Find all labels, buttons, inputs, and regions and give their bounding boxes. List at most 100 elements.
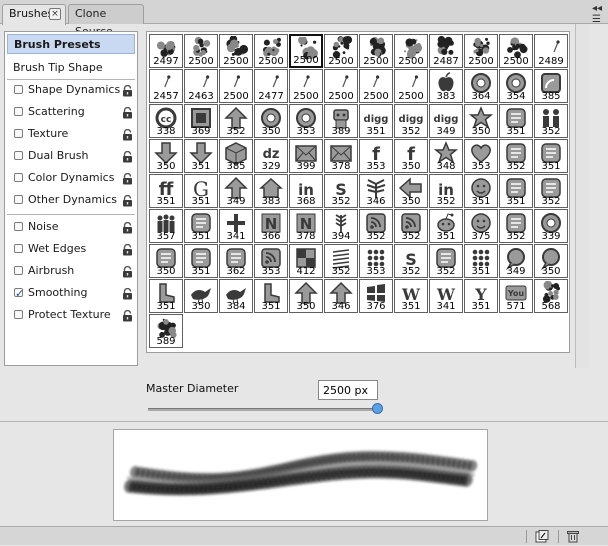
brush-preset-tile[interactable]: N 378 — [289, 209, 323, 243]
brush-preset-tile[interactable]: 2500 — [254, 34, 288, 68]
option-dual-brush[interactable]: Dual Brush — [7, 146, 135, 166]
brush-preset-tile[interactable]: 351 — [464, 244, 498, 278]
brush-preset-tile[interactable]: 389 — [324, 104, 358, 138]
brush-preset-tile[interactable]: 589 — [149, 314, 183, 348]
brush-preset-tile[interactable]: 369 — [184, 104, 218, 138]
brush-preset-tile[interactable]: 351 — [464, 174, 498, 208]
brush-preset-tile[interactable]: digg 349 — [429, 104, 463, 138]
other-dynamics-checkbox[interactable] — [14, 195, 23, 204]
brush-preset-tile[interactable]: 2500 — [394, 34, 428, 68]
brush-preset-tile[interactable]: 568 — [534, 279, 568, 313]
master-diameter-input[interactable] — [318, 380, 378, 400]
lock-icon[interactable] — [122, 172, 133, 185]
brush-preset-tile[interactable]: 375 — [464, 209, 498, 243]
grid-scrollbar[interactable] — [575, 24, 589, 368]
brush-preset-tile[interactable]: 2500 — [359, 34, 393, 68]
brush-preset-tile[interactable]: 412 — [289, 244, 323, 278]
brush-preset-tile[interactable]: 2500 — [184, 34, 218, 68]
option-color-dynamics[interactable]: Color Dynamics — [7, 168, 135, 188]
brush-preset-tile[interactable]: 350 — [464, 104, 498, 138]
option-scattering[interactable]: Scattering — [7, 102, 135, 122]
master-diameter-slider[interactable] — [148, 408, 381, 411]
brush-preset-tile[interactable]: 350 — [254, 104, 288, 138]
brush-preset-tile[interactable]: 385 — [534, 69, 568, 103]
brush-preset-tile[interactable]: 352 — [394, 209, 428, 243]
tab-brushes[interactable]: Brushes × — [2, 4, 66, 25]
brush-preset-tile[interactable]: 2500 — [464, 34, 498, 68]
brush-preset-tile[interactable]: 2500 — [219, 69, 253, 103]
brush-preset-tile[interactable]: 353 — [464, 139, 498, 173]
brush-preset-tile[interactable]: 383 — [429, 69, 463, 103]
brush-preset-tile[interactable]: 2500 — [324, 69, 358, 103]
texture-checkbox[interactable] — [14, 129, 23, 138]
brush-preset-tile[interactable]: 352 — [499, 139, 533, 173]
brush-preset-tile[interactable]: 350 — [534, 244, 568, 278]
lock-icon[interactable] — [122, 84, 133, 97]
brush-preset-tile[interactable]: 351 — [149, 279, 183, 313]
brush-preset-tile[interactable]: 348 — [429, 139, 463, 173]
brush-preset-tile[interactable]: 351 — [429, 209, 463, 243]
brush-preset-tile[interactable]: 353 — [289, 104, 323, 138]
brush-preset-tile[interactable]: 364 — [464, 69, 498, 103]
brush-preset-tile[interactable]: W 341 — [429, 279, 463, 313]
dual-brush-checkbox[interactable] — [14, 151, 23, 160]
brush-preset-tile[interactable]: 353 — [254, 244, 288, 278]
color-dynamics-checkbox[interactable] — [14, 173, 23, 182]
tab-clone-source[interactable]: Clone Source — [68, 4, 144, 38]
brush-preset-tile[interactable]: 351 — [184, 209, 218, 243]
wet-edges-checkbox[interactable] — [14, 244, 23, 253]
brush-preset-tile[interactable]: 362 — [219, 244, 253, 278]
lock-icon[interactable] — [122, 194, 133, 207]
option-protect-texture[interactable]: Protect Texture — [7, 305, 135, 325]
brush-preset-tile[interactable]: 376 — [359, 279, 393, 313]
brush-preset-tile[interactable]: 350 — [394, 174, 428, 208]
brush-preset-tile[interactable]: 2500 — [289, 34, 323, 68]
close-icon[interactable]: × — [49, 8, 61, 20]
brush-preset-tile[interactable]: 351 — [534, 139, 568, 173]
noise-checkbox[interactable] — [14, 222, 23, 231]
lock-icon[interactable] — [122, 221, 133, 234]
brush-preset-tile[interactable]: 352 — [219, 104, 253, 138]
brush-preset-tile[interactable]: 2487 — [429, 34, 463, 68]
brush-preset-tile[interactable]: 352 — [534, 104, 568, 138]
brush-preset-tile[interactable]: 346 — [324, 279, 358, 313]
lock-icon[interactable] — [122, 128, 133, 141]
brush-preset-tile[interactable]: You 571 — [499, 279, 533, 313]
brush-preset-tile[interactable]: 351 — [254, 279, 288, 313]
brush-preset-tile[interactable]: S 352 — [394, 244, 428, 278]
brush-preset-tile[interactable]: 2500 — [394, 69, 428, 103]
brush-preset-tile[interactable]: Y 351 — [464, 279, 498, 313]
brush-preset-tile[interactable]: 2500 — [289, 69, 323, 103]
brush-preset-tile[interactable]: 352 — [534, 174, 568, 208]
brush-preset-tile[interactable]: digg 352 — [394, 104, 428, 138]
option-texture[interactable]: Texture — [7, 124, 135, 144]
brush-preset-tile[interactable]: 350 — [149, 244, 183, 278]
scattering-checkbox[interactable] — [14, 107, 23, 116]
option-airbrush[interactable]: Airbrush — [7, 261, 135, 281]
brush-preset-tile[interactable]: 339 — [534, 209, 568, 243]
brush-preset-tile[interactable]: 399 — [289, 139, 323, 173]
brush-preset-tile[interactable]: W 351 — [394, 279, 428, 313]
brush-preset-tile[interactable]: 2457 — [149, 69, 183, 103]
brush-preset-tile[interactable]: f 353 — [359, 139, 393, 173]
brush-preset-tile[interactable]: 378 — [324, 139, 358, 173]
brush-preset-tile[interactable]: 2500 — [499, 34, 533, 68]
brush-preset-tile[interactable]: N 366 — [254, 209, 288, 243]
master-diameter-slider-thumb[interactable] — [372, 403, 383, 414]
lock-icon[interactable] — [122, 287, 133, 300]
brush-preset-tile[interactable]: 2477 — [254, 69, 288, 103]
option-shape-dynamics[interactable]: Shape Dynamics — [7, 80, 135, 100]
lock-icon[interactable] — [122, 265, 133, 278]
lock-icon[interactable] — [122, 309, 133, 322]
lock-icon[interactable] — [122, 106, 133, 119]
brush-preset-tile[interactable]: 2500 — [359, 69, 393, 103]
brush-preset-tile[interactable]: 352 — [359, 209, 393, 243]
brush-preset-tile[interactable]: 384 — [219, 279, 253, 313]
brush-preset-tile[interactable]: 350 — [289, 279, 323, 313]
brush-preset-tile[interactable]: 2489 — [534, 34, 568, 68]
airbrush-checkbox[interactable] — [14, 266, 23, 275]
brush-preset-tile[interactable]: 385 — [219, 139, 253, 173]
option-wet-edges[interactable]: Wet Edges — [7, 239, 135, 259]
option-other-dynamics[interactable]: Other Dynamics — [7, 190, 135, 210]
brush-preset-tile[interactable]: 341 — [219, 209, 253, 243]
